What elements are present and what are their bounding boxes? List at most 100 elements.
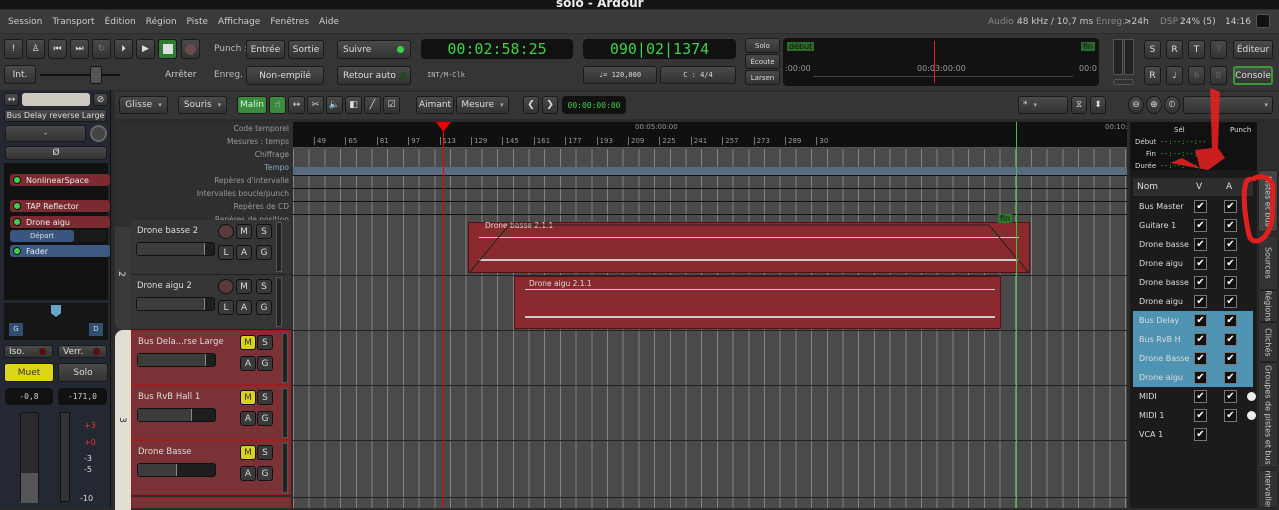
track-name[interactable]: Bus Dela...rse Large [138,337,224,347]
track-s-button[interactable]: S [257,335,273,350]
hide-strip-icon[interactable]: ⊘ [93,93,108,106]
track-list-row[interactable]: MIDI 1 ✔ ✔ [1133,406,1256,425]
track-header[interactable]: Drone basse 2 MS LAG [131,220,291,275]
track-list-row[interactable]: Drone Basse ✔ ✔ [1133,349,1253,368]
track-name[interactable]: Drone aigu 2 [137,281,192,291]
menu-help[interactable]: Aide [319,17,339,27]
ripple-mode-dropdown[interactable]: Souris [178,96,227,114]
shuttle-slider[interactable] [40,74,120,76]
track-name[interactable]: Drone Basse [138,447,192,457]
range-tool-icon[interactable]: ↔ [288,96,305,114]
draw-tool-icon[interactable]: ╱ [364,96,381,114]
edit-mode-dropdown[interactable]: Glisse [119,96,168,114]
btn-r[interactable]: R [1166,40,1183,59]
track-list-row[interactable]: Drone aigu ✔ ✔ [1133,368,1253,387]
track-fader[interactable] [136,297,215,311]
midi-input-icon[interactable] [1247,392,1256,401]
goto-start-icon[interactable]: ⏮ [48,39,67,59]
listen-button[interactable]: Écoute [745,54,780,69]
snap-button[interactable]: Aimant [416,96,454,114]
nudge-back-icon[interactable]: ❮ [523,96,539,114]
ruler-label[interactable]: Tempo [264,161,289,174]
track-list-row[interactable]: Bus Delay ✔ ✔ [1133,311,1253,330]
timecode-ruler[interactable] [293,122,1127,135]
play-icon[interactable]: ▶ [136,39,155,59]
ruler-label[interactable]: Chiffrage [255,148,289,161]
loop-icon[interactable]: ↻ [92,39,111,59]
group-tab-2[interactable]: 2 [115,227,131,330]
mute-button[interactable]: Muet [4,363,54,382]
active-checkbox[interactable]: ✔ [1224,409,1237,422]
tempo-button[interactable]: ♩= 120,000 [583,66,657,84]
track-list-row[interactable]: Drone basse ✔ ✔ [1133,273,1253,292]
solo-strip-button[interactable]: Solo [58,363,108,382]
track-g-button[interactable]: G [257,411,273,426]
active-checkbox[interactable]: ✔ [1224,276,1237,289]
ruler-label[interactable]: Repères d'intervalle [214,174,289,187]
editor-button[interactable]: Éditeur [1233,40,1273,59]
ruler-label[interactable]: Intervalles boucle/punch [197,187,289,200]
end-marker[interactable]: fin [998,214,1013,223]
gain-fader[interactable] [20,412,39,503]
grid-dropdown[interactable]: Mesure [456,96,509,114]
sidebar-tab[interactable]: Régions [1258,290,1278,322]
track-g-button[interactable]: G [256,300,272,315]
int-button[interactable]: Int. [4,65,36,84]
track-s-button[interactable]: S [256,279,272,294]
trim-knob[interactable] [90,125,107,142]
pan-handle[interactable] [51,305,61,317]
active-checkbox[interactable]: ✔ [1224,257,1237,270]
track-header[interactable]: Bus RvB Hall 1 MSAG [131,385,291,440]
mini-start-marker[interactable]: début [787,42,815,51]
track-m-button[interactable]: M [240,390,256,405]
track-list-row[interactable]: MIDI ✔ ✔ [1133,387,1256,406]
mini-end-marker[interactable]: fin [1080,42,1095,51]
track-g-button[interactable]: G [256,245,272,260]
visible-checkbox[interactable]: ✔ [1194,428,1207,441]
btn-r2[interactable]: R [1144,66,1161,85]
track-header[interactable]: Drone aigu 2 MS LAG [131,275,291,330]
punch-in-button[interactable]: Entrée [246,40,285,59]
ruler-label[interactable]: Code temporel [234,122,289,135]
mini-timeline[interactable]: début fin :00:00 00:03:00:00 00:0 [783,38,1099,86]
btn-8[interactable]: 8 [1210,66,1227,85]
solo-lock-button[interactable]: Verr. [58,345,107,358]
btn-note[interactable]: ♩ [1166,66,1183,85]
track-g-button[interactable]: G [257,356,273,371]
visible-checkbox[interactable]: ✔ [1194,257,1207,270]
track-s-button[interactable]: S [257,445,273,460]
region-drone-aigu-2[interactable]: Drone aigu 2.1.1 [514,276,1001,329]
grab-tool-icon[interactable]: ☝ [269,96,286,114]
width-icon[interactable]: ↔ [4,93,19,106]
expand-tracks-icon[interactable]: ⬍ [1090,96,1106,114]
shuttle-handle[interactable] [90,66,102,84]
menu-track[interactable]: Piste [187,17,209,27]
track-s-button[interactable]: S [256,224,272,239]
playhead[interactable] [443,122,444,508]
active-checkbox[interactable]: ✔ [1224,371,1237,384]
stop-icon[interactable] [158,39,177,59]
active-checkbox[interactable]: ✔ [1224,352,1237,365]
active-checkbox[interactable]: ✔ [1224,314,1237,327]
visible-checkbox[interactable]: ✔ [1194,276,1207,289]
input-button[interactable] [22,93,90,106]
visible-checkbox[interactable]: ✔ [1194,352,1207,365]
master-meter-reset[interactable] [1113,79,1134,85]
visible-checkbox[interactable]: ✔ [1194,390,1207,403]
track-l-button[interactable]: L [218,300,234,315]
mixer-button[interactable]: Console [1233,66,1273,85]
menu-session[interactable]: Session [8,17,42,27]
track-m-button[interactable]: M [236,224,252,239]
record-icon[interactable] [181,39,200,59]
track-header[interactable]: Bus Dela...rse Large M S A G [131,330,291,385]
audition-tool-icon[interactable]: 🔈 [326,96,343,114]
menu-window[interactable]: Fenêtres [270,17,309,27]
track-m-button[interactable]: M [240,445,256,460]
track-fader[interactable] [137,463,216,477]
ruler-label[interactable]: Repères de CD [234,200,289,213]
track-header[interactable]: Drone Basse M S A G [131,440,291,495]
menu-view[interactable]: Affichage [218,17,260,27]
auto-return-button[interactable]: Retour auto [337,66,411,85]
midi-input-icon[interactable] [1247,411,1256,420]
meter-button[interactable]: C : 4/4 [660,66,736,84]
